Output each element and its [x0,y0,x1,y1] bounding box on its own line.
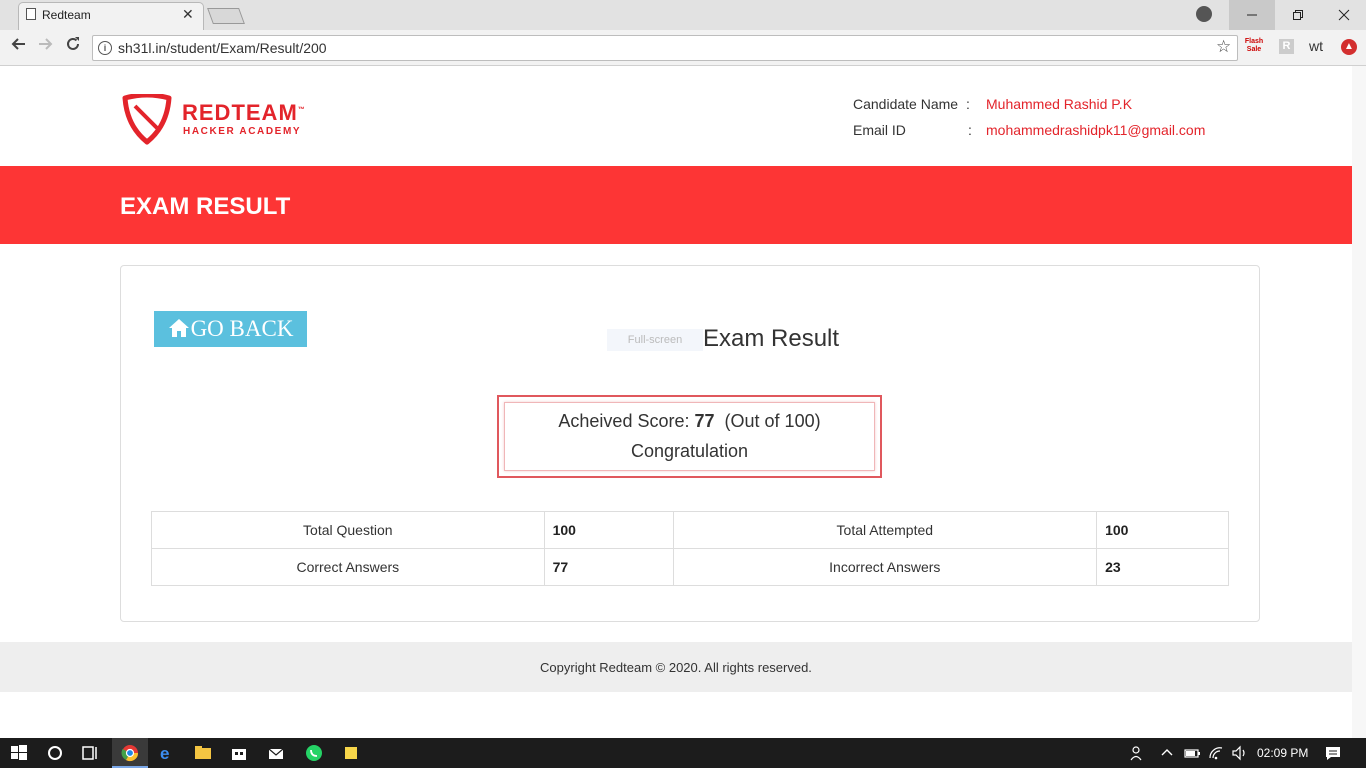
site-info-icon[interactable]: i [98,41,112,55]
minimize-icon [1247,14,1257,16]
battery-icon[interactable] [1183,744,1201,762]
wifi-icon[interactable] [1208,744,1226,762]
fullscreen-hint[interactable]: Full-screen [607,329,703,351]
task-view-icon[interactable] [81,744,99,762]
volume-icon[interactable] [1231,744,1249,762]
total-question-value: 100 [543,511,674,549]
wt-extension-icon[interactable]: wt [1309,38,1323,54]
file-explorer-icon[interactable] [194,744,212,762]
candidate-name-label: Candidate Name [853,96,959,112]
close-icon [1338,9,1350,21]
bookmark-star-icon[interactable]: ☆ [1216,37,1231,57]
cortana-search-icon[interactable] [46,744,64,762]
table-row: Correct Answers 77 Incorrect Answers 23 [151,548,1229,586]
candidate-name-value: Muhammed Rashid P.K [986,96,1133,112]
chrome-icon [121,745,139,762]
close-window-button[interactable] [1321,0,1366,30]
back-arrow-icon [11,38,25,50]
action-center-icon[interactable] [1324,744,1342,762]
stats-table: Total Question 100 Total Attempted 100 C… [151,511,1229,586]
email-label: Email ID [853,122,906,138]
redteam-shield-logo-icon [122,94,172,145]
logo-wordmark: REDTEAM™ [182,100,306,126]
upload-extension-icon[interactable]: ▲ [1341,39,1357,55]
browser-tab-strip [0,0,1366,30]
score-line: Acheived Score: 77 (Out of 100) [504,411,875,432]
score-suffix: (Out of 100) [724,411,821,431]
total-attempted-value: 100 [1096,511,1229,549]
banner-title: EXAM RESULT [120,193,291,220]
correct-answers-value: 77 [543,548,674,586]
tab-close-icon[interactable]: ✕ [182,6,194,23]
reload-button[interactable] [65,36,81,57]
total-question-label: Total Question [151,511,545,549]
logo-tm: ™ [297,106,306,114]
show-hidden-icons-chevron-icon[interactable] [1158,744,1176,762]
forward-button[interactable] [38,36,54,57]
whatsapp-icon[interactable] [305,744,323,762]
page-icon [26,8,36,20]
new-tab-button[interactable] [207,8,245,24]
restore-button[interactable] [1275,0,1321,30]
logo-subtitle: HACKER ACADEMY [183,126,302,137]
mail-icon[interactable] [267,744,285,762]
store-icon[interactable] [230,744,248,762]
logo-word: REDTEAM [182,100,298,125]
flash-sale-extension-icon[interactable]: Flash Sale [1244,38,1264,54]
home-icon [168,319,189,337]
page-scrollbar[interactable] [1352,66,1366,738]
r-extension-icon[interactable]: R [1279,39,1294,54]
go-back-label: GO BACK [190,316,294,341]
go-back-button[interactable]: GO BACK [154,311,307,347]
score-prefix: Acheived Score: [558,411,695,431]
exam-result-heading: Exam Result [703,325,840,352]
score-value: 77 [694,411,715,431]
table-row: Total Question 100 Total Attempted 100 [151,511,1229,549]
windows-start-icon[interactable] [10,744,28,762]
copyright-text: Copyright Redteam © 2020. All rights res… [540,660,812,675]
email-value: mohammedrashidpk11@gmail.com [986,122,1206,138]
incorrect-answers-label: Incorrect Answers [672,548,1098,586]
tab-title: Redteam [42,8,91,22]
email-colon: : [968,122,972,138]
reload-icon [67,37,79,50]
back-button[interactable] [10,36,26,57]
total-attempted-label: Total Attempted [672,511,1098,549]
url-text[interactable]: sh31l.in/student/Exam/Result/200 [118,40,327,56]
incorrect-answers-value: 23 [1096,548,1229,586]
congratulation-message: Congratulation [630,441,749,461]
account-icon[interactable] [1196,6,1212,22]
svg-text:e: e [160,744,169,762]
people-icon[interactable] [1129,744,1147,762]
taskbar-clock[interactable]: 02:09 PM [1257,746,1308,760]
correct-answers-label: Correct Answers [151,548,545,586]
forward-arrow-icon [39,38,53,50]
sticky-notes-icon[interactable] [342,744,360,762]
minimize-button[interactable] [1229,0,1275,30]
edge-icon[interactable]: e [158,744,176,762]
restore-icon [1293,10,1303,21]
candidate-name-colon: : [966,96,970,112]
